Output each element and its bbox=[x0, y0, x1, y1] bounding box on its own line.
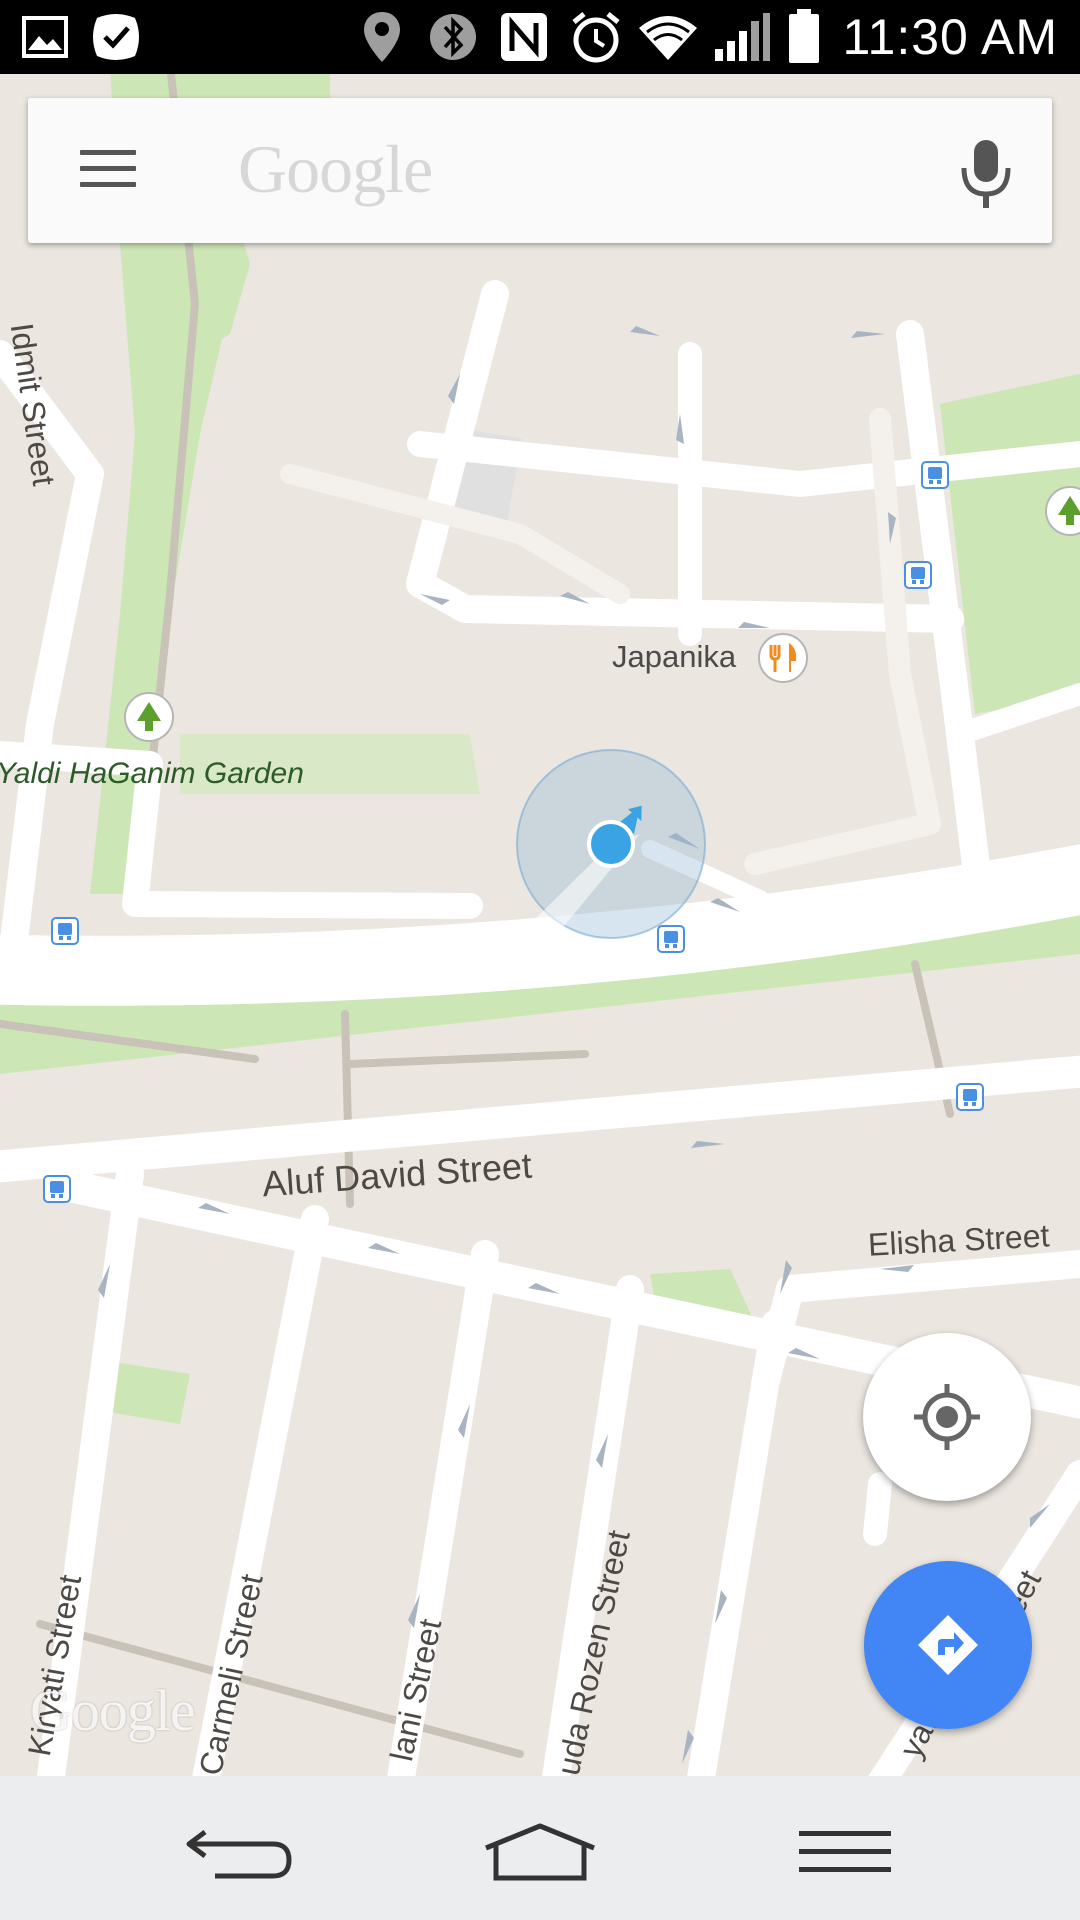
hamburger-menu-icon[interactable] bbox=[80, 134, 160, 204]
google-watermark: Google bbox=[30, 1678, 196, 1743]
bus-stop-icon[interactable] bbox=[904, 561, 932, 589]
alarm-icon bbox=[568, 12, 624, 63]
bus-stop-icon[interactable] bbox=[657, 925, 685, 953]
status-bar: 11:30 AM bbox=[0, 0, 1080, 74]
park-tree-icon[interactable] bbox=[124, 692, 174, 742]
battery-icon bbox=[786, 9, 822, 63]
my-location-icon bbox=[914, 1384, 980, 1450]
bluetooth-icon bbox=[428, 12, 478, 62]
bus-stop-icon[interactable] bbox=[51, 917, 79, 945]
check-badge-icon bbox=[88, 12, 144, 62]
nfc-icon bbox=[498, 12, 550, 62]
location-pin-icon bbox=[360, 12, 404, 62]
search-bar[interactable]: Google bbox=[28, 98, 1052, 243]
signal-icon bbox=[712, 12, 772, 62]
directions-icon bbox=[918, 1615, 978, 1675]
back-icon[interactable] bbox=[180, 1812, 300, 1892]
home-icon[interactable] bbox=[480, 1812, 600, 1892]
microphone-icon[interactable] bbox=[956, 134, 1016, 214]
map-canvas[interactable] bbox=[0, 74, 1080, 1776]
status-time: 11:30 AM bbox=[842, 9, 1058, 65]
wifi-icon bbox=[636, 12, 700, 62]
map-view[interactable]: Idmit Street Aluf David Street Elisha St… bbox=[0, 74, 1080, 1776]
directions-button[interactable] bbox=[864, 1561, 1032, 1729]
bus-stop-icon[interactable] bbox=[956, 1083, 984, 1111]
bus-stop-icon[interactable] bbox=[43, 1175, 71, 1203]
search-input-logo[interactable]: Google bbox=[238, 130, 433, 209]
place-label[interactable]: Japanika bbox=[612, 639, 736, 675]
my-location-button[interactable] bbox=[863, 1333, 1031, 1501]
image-icon bbox=[20, 12, 70, 62]
system-nav-bar bbox=[0, 1776, 1080, 1920]
restaurant-icon[interactable] bbox=[758, 633, 808, 683]
place-label: Yaldi HaGanim Garden bbox=[0, 757, 304, 790]
menu-icon[interactable] bbox=[790, 1812, 900, 1892]
bus-stop-icon[interactable] bbox=[921, 461, 949, 489]
